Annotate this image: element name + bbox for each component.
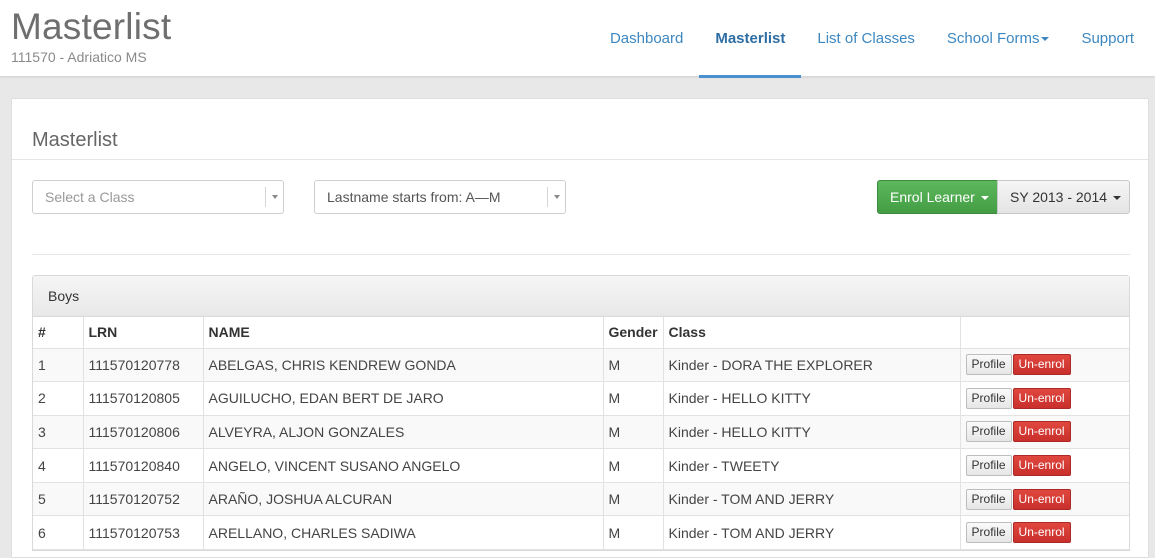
col-header-actions — [960, 317, 1129, 349]
col-header-class: Class — [663, 317, 961, 349]
school-subtitle: 111570 - Adriatico MS — [11, 49, 147, 65]
class-select[interactable]: Select a Class — [32, 180, 284, 214]
cell-name: ARELLANO, CHARLES SADIWA — [203, 515, 604, 551]
enrol-learner-label: Enrol Learner — [890, 189, 975, 205]
col-header-lrn: LRN — [83, 317, 204, 349]
profile-button[interactable]: Profile — [965, 421, 1012, 443]
cell-actions: Profile Un-enrol — [960, 415, 1129, 450]
masterlist-panel: Masterlist Select a Class Lastname start… — [11, 98, 1149, 558]
cell-actions: Profile Un-enrol — [960, 348, 1129, 383]
nav-list-of-classes[interactable]: List of Classes — [801, 0, 931, 77]
cell-class: Kinder - TWEETY — [663, 448, 961, 483]
profile-button[interactable]: Profile — [965, 455, 1012, 477]
col-header-name: NAME — [203, 317, 604, 349]
table-header-row: # LRN NAME Gender Class — [33, 317, 1129, 349]
table-row: 2 111570120805 AGUILUCHO, EDAN BERT DE J… — [33, 381, 1129, 416]
nav-school-forms-dropdown[interactable]: School Forms — [931, 0, 1066, 77]
profile-button[interactable]: Profile — [965, 354, 1012, 376]
cell-actions: Profile Un-enrol — [960, 448, 1129, 483]
cell-name: ARAÑO, JOSHUA ALCURAN — [203, 482, 604, 517]
top-navbar: Masterlist 111570 - Adriatico MS Dashboa… — [0, 0, 1155, 78]
col-header-gender: Gender — [603, 317, 664, 349]
cell-gender: M — [603, 515, 664, 551]
cell-class: Kinder - HELLO KITTY — [663, 415, 961, 450]
nav-list-of-classes-label: List of Classes — [817, 30, 915, 47]
caret-down-icon — [980, 196, 989, 201]
nav-dashboard[interactable]: Dashboard — [594, 0, 699, 77]
cell-class: Kinder - TOM AND JERRY — [663, 482, 961, 517]
cell-lrn: 111570120778 — [83, 348, 204, 383]
lastname-range-value: Lastname starts from: A—M — [327, 189, 501, 205]
caret-down-icon — [1112, 196, 1121, 201]
nav-masterlist-label: Masterlist — [715, 30, 786, 47]
cell-lrn: 111570120840 — [83, 448, 204, 483]
cell-number: 3 — [33, 415, 84, 450]
cell-name: ANGELO, VINCENT SUSANO ANGELO — [203, 448, 604, 483]
unenrol-button[interactable]: Un-enrol — [1012, 421, 1071, 443]
cell-number: 4 — [33, 448, 84, 483]
cell-number: 1 — [33, 348, 84, 383]
brand: Masterlist 111570 - Adriatico MS — [11, 6, 171, 65]
class-select-placeholder: Select a Class — [45, 189, 135, 205]
profile-button[interactable]: Profile — [965, 488, 1012, 510]
cell-class: Kinder - HELLO KITTY — [663, 381, 961, 416]
cell-gender: M — [603, 448, 664, 483]
unenrol-button[interactable]: Un-enrol — [1012, 455, 1071, 477]
learners-table: # LRN NAME Gender Class 1 111570120778 A… — [33, 317, 1129, 551]
cell-number: 6 — [33, 515, 84, 551]
cell-number: 5 — [33, 482, 84, 517]
cell-class: Kinder - TOM AND JERRY — [663, 515, 961, 551]
school-year-dropdown[interactable]: SY 2013 - 2014 — [997, 180, 1130, 214]
nav-support-label: Support — [1081, 30, 1134, 47]
cell-gender: M — [603, 348, 664, 383]
dropdown-arrow-icon — [547, 187, 565, 207]
unenrol-button[interactable]: Un-enrol — [1012, 354, 1071, 376]
col-header-number: # — [33, 317, 84, 349]
cell-lrn: 111570120752 — [83, 482, 204, 517]
enrol-learner-button[interactable]: Enrol Learner — [877, 180, 998, 214]
unenrol-button[interactable]: Un-enrol — [1012, 387, 1071, 409]
lastname-range-select[interactable]: Lastname starts from: A—M — [314, 180, 566, 214]
cell-class: Kinder - DORA THE EXPLORER — [663, 348, 961, 383]
nav-school-forms-label: School Forms — [946, 30, 1040, 47]
table-row: 6 111570120753 ARELLANO, CHARLES SADIWA … — [33, 515, 1129, 551]
dropdown-arrow-icon — [265, 187, 283, 207]
panel-title: Masterlist — [32, 129, 118, 151]
cell-gender: M — [603, 482, 664, 517]
cell-lrn: 111570120753 — [83, 515, 204, 551]
profile-button[interactable]: Profile — [965, 522, 1012, 544]
boys-group: Boys # LRN NAME Gender Class 1 111570120… — [32, 275, 1130, 552]
cell-gender: M — [603, 415, 664, 450]
page-title: Masterlist — [11, 6, 172, 47]
unenrol-button[interactable]: Un-enrol — [1012, 488, 1071, 510]
table-row: 4 111570120840 ANGELO, VINCENT SUSANO AN… — [33, 448, 1129, 483]
profile-button[interactable]: Profile — [965, 387, 1012, 409]
nav-support[interactable]: Support — [1065, 0, 1150, 77]
unenrol-button[interactable]: Un-enrol — [1012, 522, 1071, 544]
cell-lrn: 111570120806 — [83, 415, 204, 450]
cell-gender: M — [603, 381, 664, 416]
table-row: 3 111570120806 ALVEYRA, ALJON GONZALES M… — [33, 415, 1129, 450]
cell-name: ALVEYRA, ALJON GONZALES — [203, 415, 604, 450]
divider — [32, 254, 1130, 255]
cell-lrn: 111570120805 — [83, 381, 204, 416]
cell-number: 2 — [33, 381, 84, 416]
cell-name: ABELGAS, CHRIS KENDREW GONDA — [203, 348, 604, 383]
caret-down-icon — [1041, 37, 1050, 42]
cell-actions: Profile Un-enrol — [960, 482, 1129, 517]
school-year-label: SY 2013 - 2014 — [1010, 189, 1108, 205]
nav-dashboard-label: Dashboard — [609, 30, 684, 47]
cell-actions: Profile Un-enrol — [960, 381, 1129, 416]
cell-name: AGUILUCHO, EDAN BERT DE JARO — [203, 381, 604, 416]
table-row: 5 111570120752 ARAÑO, JOSHUA ALCURAN M K… — [33, 482, 1129, 517]
main-nav: Dashboard Masterlist List of Classes Sch… — [594, 0, 1150, 78]
group-heading: Boys — [33, 276, 1129, 317]
cell-actions: Profile Un-enrol — [960, 515, 1129, 551]
table-row: 1 111570120778 ABELGAS, CHRIS KENDREW GO… — [33, 348, 1129, 383]
panel-header: Masterlist — [12, 99, 1148, 160]
nav-masterlist[interactable]: Masterlist — [699, 0, 802, 78]
